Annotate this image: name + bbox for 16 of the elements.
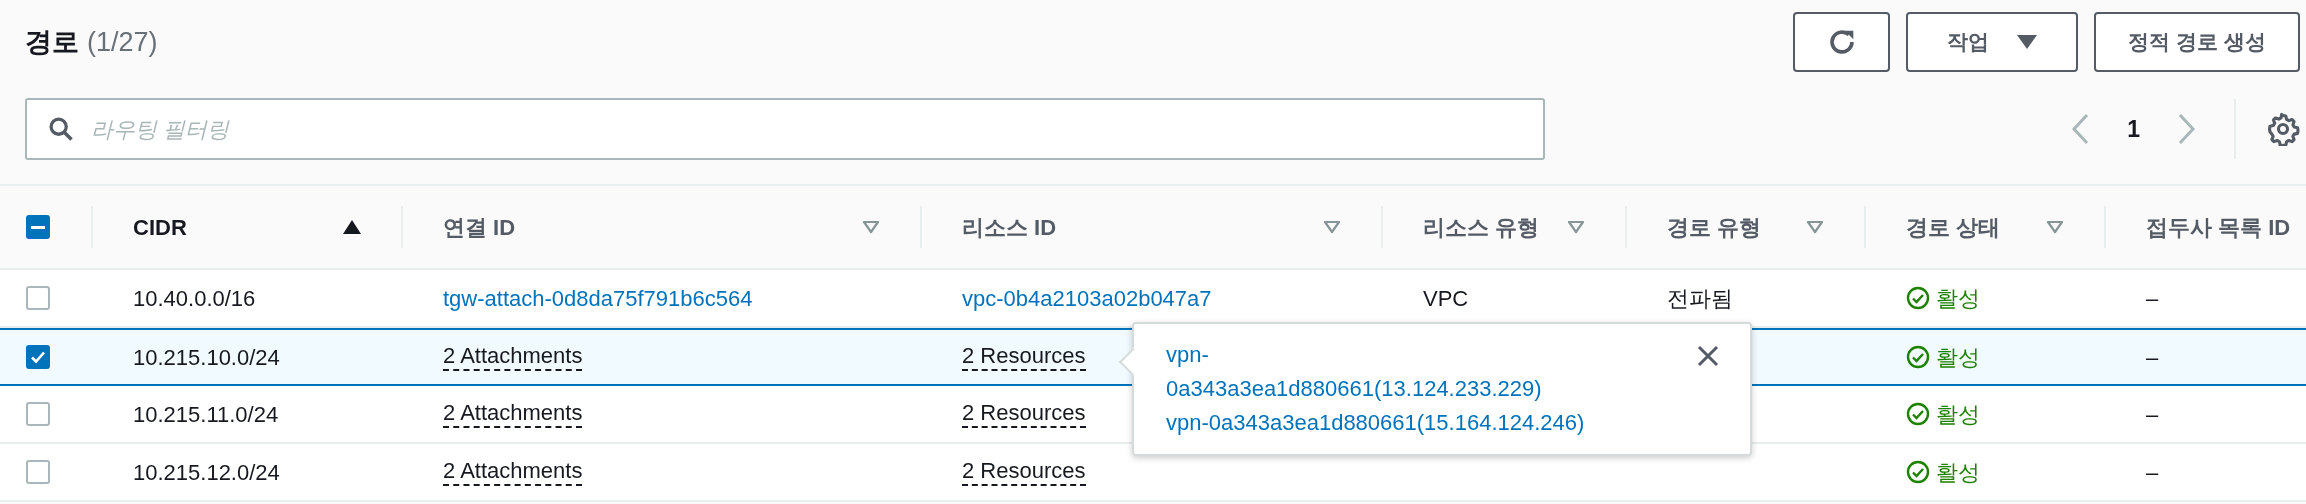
cidr-cell-text: 10.215.12.0/24 (133, 458, 280, 487)
cidr-cell-text: 10.40.0.0/16 (133, 284, 256, 313)
prefix-list-cell-text: – (2146, 343, 2159, 372)
prefix-list-cell-text: – (2146, 458, 2159, 487)
route-type-cell-text: 전파됨 (1667, 284, 1733, 313)
selection-count: (1/27) (87, 25, 158, 59)
prefix-list-cell-text: – (2146, 400, 2159, 429)
status-text: 활성 (1936, 343, 1980, 372)
resource-type-cell-text: VPC (1423, 284, 1469, 313)
cidr-cell-text: 10.215.10.0/24 (133, 343, 280, 372)
page-title: 경로 (25, 25, 79, 59)
prefix-list-cell-text: – (2146, 284, 2159, 313)
status-text: 활성 (1936, 400, 1980, 429)
status-text: 활성 (1936, 284, 1980, 313)
status-text: 활성 (1936, 458, 1980, 487)
cidr-cell-text: 10.215.11.0/24 (133, 400, 279, 429)
